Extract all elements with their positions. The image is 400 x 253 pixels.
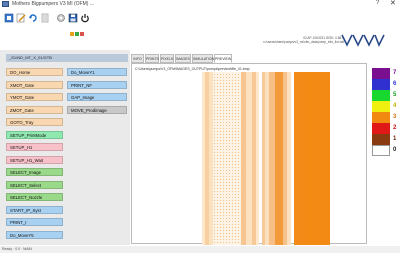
- window-title: Mothers Bigpumpers V3 MI (OFM) ...: [12, 1, 94, 7]
- preview-image: [202, 72, 330, 245]
- document-icon[interactable]: [40, 13, 50, 23]
- legend-label: 4: [393, 103, 397, 109]
- tab-images[interactable]: IMAGES: [175, 54, 191, 63]
- legend-label: 1: [393, 136, 397, 142]
- btn1-do-movey5[interactable]: Do_MoveY5: [6, 230, 63, 239]
- app-window: Mothers Bigpumpers V3 MI (OFM) ... ? ✕ I…: [0, 0, 400, 253]
- legend-swatch: [372, 112, 390, 123]
- btn2-do-movey1[interactable]: Do_MoveY1: [67, 68, 127, 76]
- legend-swatch: [372, 123, 390, 134]
- stripe: [265, 72, 269, 245]
- stripe: [262, 72, 265, 245]
- legend-swatch: [372, 68, 390, 79]
- btn1-select-nozzle[interactable]: SELECT_Nozzle: [6, 193, 63, 201]
- save-icon[interactable]: [68, 13, 78, 23]
- app-icon: [2, 1, 9, 7]
- legend-label: 7: [393, 70, 397, 76]
- legend-label: 0: [393, 147, 397, 153]
- legend-swatch: [372, 145, 390, 156]
- btn2-move-prodimage[interactable]: MOVE_Prodimage: [67, 105, 127, 114]
- stripe: [213, 72, 241, 245]
- stripe: [246, 72, 252, 245]
- settings-icon[interactable]: [56, 13, 66, 23]
- help-button[interactable]: ?: [376, 0, 379, 6]
- header-line-2: c:/users/share/pumps/v3_mi/ofm_data/pump…: [263, 40, 344, 44]
- stripe: [202, 72, 205, 245]
- header-info: ID:AP-1063231 DISK: 0.88.0 c:/users/shar…: [206, 36, 344, 44]
- btn1-setup-h1[interactable]: SETUP_H1: [6, 143, 63, 151]
- stripe: [209, 72, 213, 245]
- legend-swatch: [372, 90, 390, 101]
- stripe: [294, 72, 306, 245]
- close-button[interactable]: ✕: [390, 0, 396, 8]
- tab-preview[interactable]: PREVIEW: [214, 54, 232, 63]
- btn1-setup-printmode[interactable]: SETUP_PrintMode: [6, 130, 63, 139]
- tab-simulation[interactable]: SIMULATION: [192, 54, 214, 63]
- tab-pixels[interactable]: PIXELS: [160, 54, 174, 63]
- btn1-select-select[interactable]: SELECT_Select: [6, 180, 63, 189]
- refresh-icon[interactable]: [28, 13, 38, 23]
- power-icon[interactable]: [80, 13, 90, 23]
- preview-area: [131, 63, 367, 245]
- company-logo: [341, 33, 385, 52]
- status-square: [70, 32, 74, 36]
- status-bar: Ready · 0.0 · MAIN: [0, 246, 400, 253]
- stripe: [241, 72, 246, 245]
- stripe: [306, 72, 330, 245]
- btn1-goto-tray[interactable]: GOTO_Tray: [6, 118, 63, 126]
- stripe: [287, 72, 291, 245]
- btn2-print-nf[interactable]: PRINT_NF: [67, 80, 127, 89]
- btn1-xmot-gate[interactable]: XMOT_Gate: [6, 80, 63, 89]
- file-path: C:\Users\pumps\V3_OFM\IMAGES_OUTPUT\pump…: [135, 67, 250, 71]
- tab-prints[interactable]: PRINTS: [145, 54, 159, 63]
- legend-label: 6: [393, 81, 397, 87]
- stripe: [252, 72, 256, 245]
- btn1-start-ip-syst[interactable]: START_IP_Syst: [6, 205, 63, 214]
- new-icon[interactable]: [4, 13, 14, 23]
- edit-icon[interactable]: [16, 13, 26, 23]
- legend-label: 3: [393, 114, 397, 120]
- btn1-do-home[interactable]: DO_Home: [6, 68, 63, 76]
- legend-label: 2: [393, 125, 397, 131]
- legend-swatch: [372, 134, 390, 145]
- btn1-zmot-gate[interactable]: ZMOT_Gate: [6, 105, 63, 114]
- left-panel-header: _S1/ND_MT_X_01/GTB: [6, 54, 128, 62]
- stripe: [283, 72, 287, 245]
- legend-swatch: [372, 79, 390, 90]
- legend-swatch: [372, 101, 390, 112]
- btn1-ymot-gate[interactable]: YMOT_Gate: [6, 93, 63, 101]
- stripe: [269, 72, 275, 245]
- tab-info[interactable]: INFO: [131, 54, 144, 63]
- status-square: [75, 32, 79, 36]
- btn1-setup-h1-wait[interactable]: SETUP_H1_Wait: [6, 155, 63, 164]
- status-square: [80, 32, 84, 36]
- btn2-gap-image[interactable]: GAP_Image: [67, 93, 127, 101]
- stripe: [205, 72, 209, 245]
- stripe: [275, 72, 283, 245]
- legend-label: 5: [393, 92, 397, 98]
- stripe: [256, 72, 259, 245]
- btn1-select-image[interactable]: SELECT_Image: [6, 168, 63, 176]
- btn1-print-i[interactable]: PRINT_I: [6, 218, 63, 226]
